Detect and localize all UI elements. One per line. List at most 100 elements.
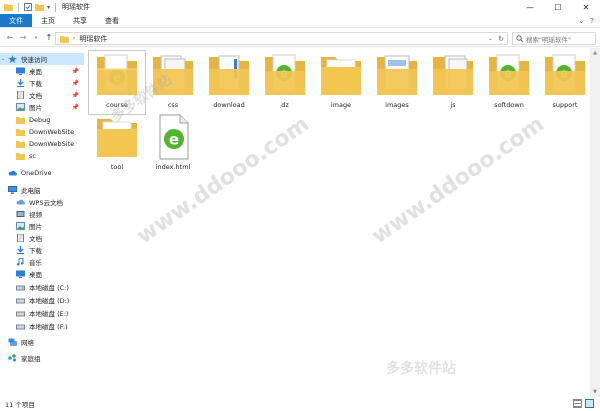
large-icons-view-icon[interactable] [585, 399, 594, 408]
nav-label: sc [29, 152, 36, 160]
desktop-icon [16, 270, 25, 278]
video-icon [16, 211, 25, 217]
folder-icon [321, 57, 361, 95]
refresh-icon[interactable]: ↻ [498, 35, 504, 43]
breadcrumb-chevron-icon[interactable]: › [73, 35, 75, 42]
nav-desktop[interactable]: 桌面 📌 [0, 65, 84, 77]
nav-label: 家庭组 [21, 355, 41, 363]
breadcrumb-current[interactable]: 明瑶软件 [79, 34, 107, 44]
drive-icon [16, 311, 25, 317]
nav-folder-debug[interactable]: Debug [0, 114, 84, 126]
qat-dropdown-icon[interactable]: ▾ [47, 4, 50, 11]
nav-downloads-pc[interactable]: 下载 [0, 244, 84, 256]
vertical-scrollbar[interactable]: ▲ ▼ [590, 48, 600, 397]
nav-label: 本地磁盘 (D:) [29, 297, 70, 305]
window-title: 明瑶软件 [62, 3, 91, 11]
drive-icon [16, 285, 25, 291]
nav-downloads[interactable]: 下载 📌 [0, 77, 84, 89]
folder-ie-icon: e [545, 54, 585, 95]
folder-dz[interactable]: e dz [257, 51, 313, 114]
nav-drive-f[interactable]: 本地磁盘 (F:) [0, 320, 84, 332]
nav-label: 音乐 [29, 259, 42, 267]
nav-videos[interactable]: 视频 [0, 208, 84, 220]
tab-home[interactable]: 主页 [32, 14, 64, 27]
nav-music[interactable]: 音乐 [0, 256, 84, 268]
nav-homegroup[interactable]: 家庭组 [0, 352, 84, 364]
scroll-down-button[interactable]: ▼ [590, 387, 600, 397]
pin-icon[interactable]: 📌 [72, 104, 79, 111]
maximize-button[interactable]: ☐ [544, 0, 572, 14]
file-index-html[interactable]: e index.html [145, 113, 201, 176]
search-icon [516, 35, 523, 42]
folder-softdown[interactable]: e softdown [481, 51, 537, 114]
folder-download[interactable]: download [201, 51, 257, 114]
nav-drive-c[interactable]: 本地磁盘 (C:) [0, 281, 84, 293]
nav-label: 快速访问 [21, 56, 47, 64]
tab-share[interactable]: 共享 [64, 14, 96, 27]
forward-button[interactable]: → [17, 31, 29, 45]
nav-folder-downwebsite-2[interactable]: DownWebSite [0, 138, 84, 150]
folder-icon [16, 117, 25, 124]
nav-label: 视频 [29, 211, 42, 219]
nav-drive-d[interactable]: 本地磁盘 (D:) [0, 294, 84, 306]
watermark: www.ddooo.com [367, 111, 549, 250]
nav-pictures-pc[interactable]: 图片 [0, 220, 84, 232]
folder-tool[interactable]: tool [89, 113, 145, 176]
desktop-icon [16, 67, 25, 75]
picture-icon [16, 222, 25, 230]
nav-documents-pc[interactable]: 文档 [0, 232, 84, 244]
chevron-down-icon[interactable]: ⌄ [1, 56, 5, 62]
drive-icon [16, 298, 25, 304]
new-folder-icon[interactable] [35, 3, 44, 11]
nav-this-pc[interactable]: 此电脑 [0, 184, 84, 196]
nav-documents[interactable]: 文档 📌 [0, 89, 84, 101]
view-toggle [573, 399, 594, 408]
ribbon-expand-button[interactable]: ⌄ [578, 17, 584, 25]
scroll-up-button[interactable]: ▲ [590, 48, 600, 58]
nav-network[interactable]: 网络 [0, 336, 84, 348]
search-box[interactable]: 搜索"明瑶软件" [512, 32, 596, 45]
properties-icon[interactable] [24, 3, 32, 11]
help-button[interactable]: ? [590, 17, 594, 25]
nav-label: DownWebSite [29, 140, 75, 148]
folder-icon [97, 119, 137, 157]
nav-folder-sc[interactable]: sc [0, 150, 84, 162]
folder-ie-icon: e [97, 54, 137, 95]
minimize-button[interactable]: — [516, 0, 544, 14]
pin-icon[interactable]: 📌 [72, 80, 79, 87]
recent-locations-button[interactable]: ▾ [30, 31, 42, 45]
file-name: course [106, 101, 128, 109]
status-bar: 11 个项目 [0, 397, 600, 411]
nav-quick-access[interactable]: ⌄ 快速访问 [0, 53, 84, 65]
address-dropdown-icon[interactable]: ⌄ [488, 35, 493, 42]
pin-icon[interactable]: 📌 [72, 68, 79, 75]
pin-icon[interactable]: 📌 [72, 92, 79, 99]
document-icon [17, 91, 24, 99]
up-button[interactable]: ↑ [43, 31, 55, 45]
nav-drive-e[interactable]: 本地磁盘 (E:) [0, 307, 84, 319]
download-arrow-icon [17, 79, 24, 87]
folder-css[interactable]: css [145, 51, 201, 114]
nav-label: 桌面 [29, 271, 42, 279]
nav-label: 桌面 [29, 68, 42, 76]
nav-wps-cloud[interactable]: WPS云文档 [0, 196, 84, 208]
folder-blue-icon [209, 55, 249, 95]
tab-view[interactable]: 查看 [96, 14, 128, 27]
file-name: tool [110, 163, 124, 171]
folder-js[interactable]: js [425, 51, 481, 114]
details-view-icon[interactable] [573, 399, 582, 408]
folder-images[interactable]: images [369, 51, 425, 114]
folder-docs-icon [153, 55, 193, 95]
nav-label: 本地磁盘 (E:) [29, 310, 69, 318]
nav-onedrive[interactable]: OneDrive [0, 167, 84, 179]
folder-image[interactable]: image [313, 51, 369, 114]
nav-desktop-pc[interactable]: 桌面 [0, 268, 84, 280]
folder-support[interactable]: e support [537, 51, 593, 114]
tab-file[interactable]: 文件 [0, 14, 32, 27]
folder-course[interactable]: e course [88, 50, 146, 115]
back-button[interactable]: ← [4, 31, 16, 45]
address-field[interactable]: › 明瑶软件 ⌄ ↻ [55, 32, 508, 45]
nav-folder-downwebsite[interactable]: DownWebSite [0, 126, 84, 138]
nav-pictures[interactable]: 图片 📌 [0, 101, 84, 113]
close-button[interactable]: ✕ [572, 0, 600, 14]
